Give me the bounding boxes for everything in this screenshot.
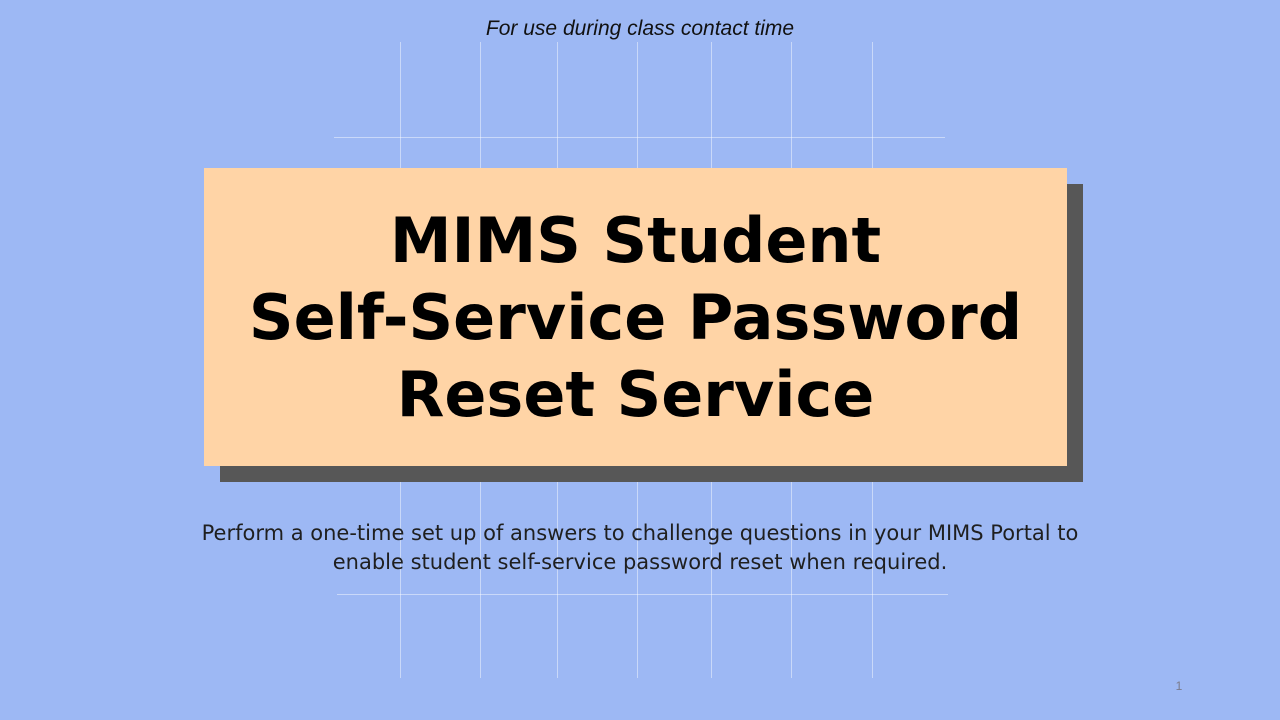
page-number: 1 — [1175, 679, 1183, 693]
slide-subtitle-line: Perform a one-time set up of answers to … — [201, 521, 1079, 545]
slide-title-line: Self-Service Password — [248, 280, 1023, 354]
slide-title-line: Reset Service — [396, 357, 875, 431]
slide-title-line: MIMS Student — [389, 203, 882, 277]
grid-line-horizontal — [337, 594, 948, 595]
slide-subtitle: Perform a one-time set up of answers to … — [140, 519, 1140, 577]
grid-line-horizontal — [334, 137, 945, 138]
title-box: MIMS Student Self-Service Password Reset… — [204, 168, 1067, 466]
slide-top-note: For use during class contact time — [485, 17, 795, 40]
slide-subtitle-line: enable student self-service password res… — [332, 550, 948, 574]
